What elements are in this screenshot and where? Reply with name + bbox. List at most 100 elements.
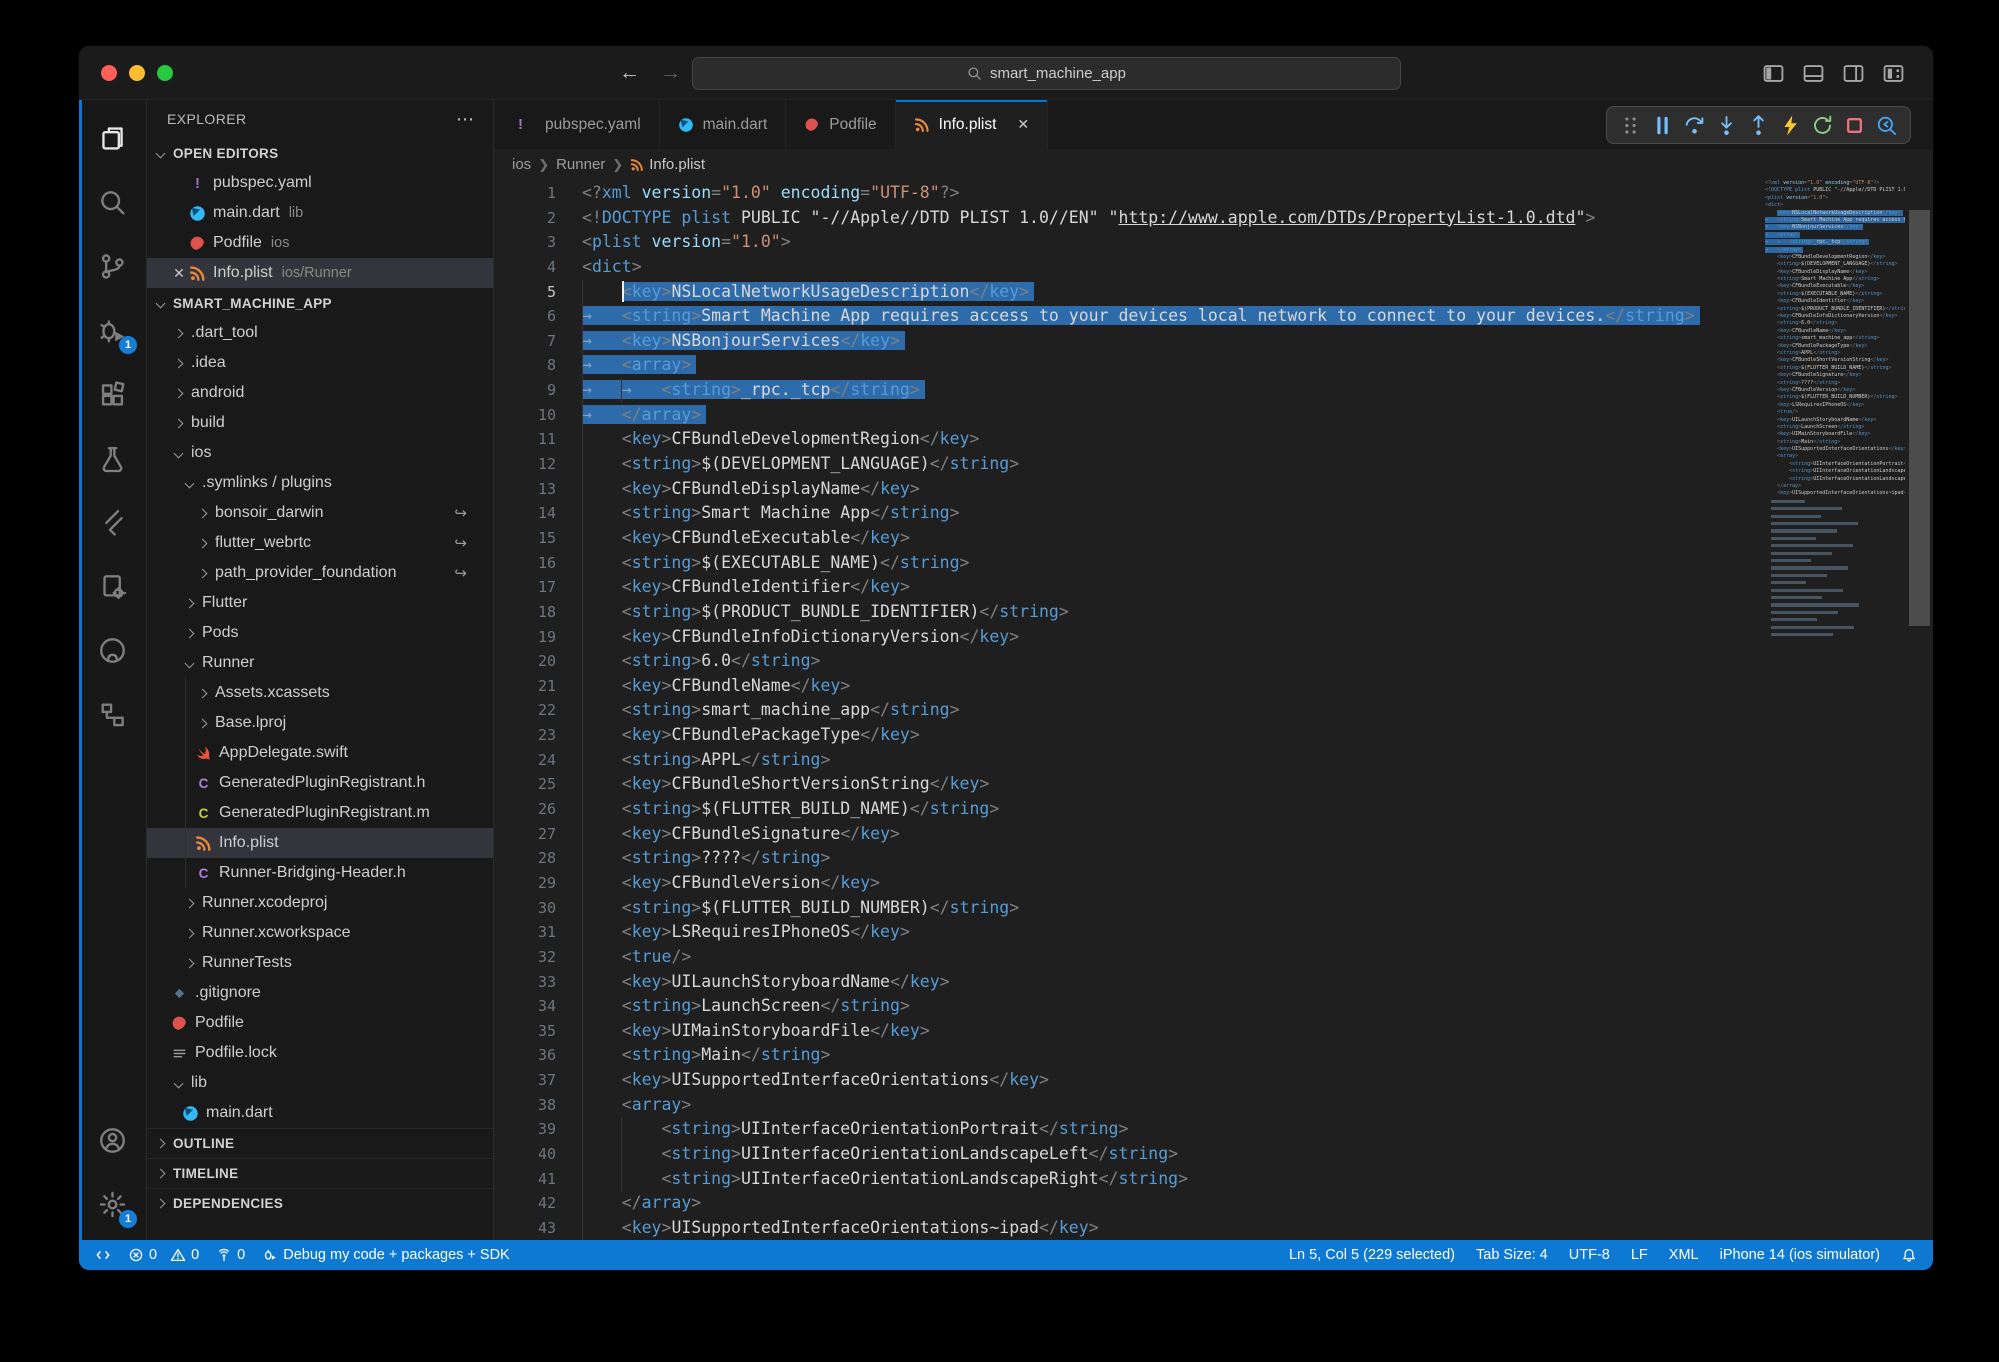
code-lines[interactable]: 1<?xml version="1.0" encoding="UTF-8"?>2… [494,181,1765,1240]
command-center-search[interactable]: smart_machine_app [692,57,1401,90]
notifications-bell-icon[interactable] [1901,1247,1917,1263]
line-number[interactable]: 11 [494,427,556,452]
line-number[interactable]: 31 [494,920,556,945]
line-number[interactable]: 40 [494,1142,556,1167]
code-line-34[interactable]: 34 <string>LaunchScreen</string> [494,994,1765,1019]
line-number[interactable]: 32 [494,945,556,970]
line-number[interactable]: 16 [494,551,556,576]
tree-item-.symlinksplugins[interactable]: .symlinks / plugins [147,468,493,498]
activity-accounts[interactable] [79,1108,146,1172]
code-line-22[interactable]: 22 <string>smart_machine_app</string> [494,698,1765,723]
toggle-sidebar-icon[interactable] [1762,62,1785,85]
line-number[interactable]: 15 [494,526,556,551]
open-editor-Podfile[interactable]: Podfileios [147,228,493,258]
code-line-18[interactable]: 18 <string>$(PRODUCT_BUNDLE_IDENTIFIER)<… [494,600,1765,625]
tree-item-Base.lproj[interactable]: Base.lproj [147,708,493,738]
tab-pubspec.yaml[interactable]: !pubspec.yaml [494,100,660,149]
tree-item-Runner.xcodeproj[interactable]: Runner.xcodeproj [147,888,493,918]
code-editor[interactable]: 1<?xml version="1.0" encoding="UTF-8"?>2… [494,180,1933,1240]
tree-item-Podfile[interactable]: Podfile [147,1008,493,1038]
code-line-2[interactable]: 2<!DOCTYPE plist PUBLIC "-//Apple//DTD P… [494,206,1765,231]
code-line-40[interactable]: 40 <string>UIInterfaceOrientationLandsca… [494,1142,1765,1167]
code-line-38[interactable]: 38 <array> [494,1093,1765,1118]
line-number[interactable]: 23 [494,723,556,748]
code-line-9[interactable]: 9→ → <string>_rpc._tcp</string> [494,378,1765,403]
tree-item-RunnerTests[interactable]: RunnerTests [147,948,493,978]
hot-reload-button[interactable] [1779,114,1802,137]
line-number[interactable]: 3 [494,230,556,255]
tree-item-Podfile.lock[interactable]: Podfile.lock [147,1038,493,1068]
line-number[interactable]: 22 [494,698,556,723]
code-line-29[interactable]: 29 <key>CFBundleVersion</key> [494,871,1765,896]
code-line-1[interactable]: 1<?xml version="1.0" encoding="UTF-8"?> [494,181,1765,206]
tree-item-.idea[interactable]: .idea [147,348,493,378]
line-number[interactable]: 7 [494,329,556,354]
remote-indicator-icon[interactable] [95,1247,111,1263]
code-line-7[interactable]: 7→ <key>NSBonjourServices</key> [494,329,1765,354]
code-line-17[interactable]: 17 <key>CFBundleIdentifier</key> [494,575,1765,600]
code-line-12[interactable]: 12 <string>$(DEVELOPMENT_LANGUAGE)</stri… [494,452,1765,477]
code-line-25[interactable]: 25 <key>CFBundleShortVersionString</key> [494,772,1765,797]
ports-status[interactable]: 0 [216,1247,245,1263]
breadcrumb-Info.plist[interactable]: Info.plist [630,156,705,173]
line-number[interactable]: 33 [494,970,556,995]
breadcrumb-Runner[interactable]: Runner [556,156,605,173]
navigate-forward-icon[interactable]: → [660,61,681,85]
code-line-41[interactable]: 41 <string>UIInterfaceOrientationLandsca… [494,1167,1765,1192]
line-number[interactable]: 35 [494,1019,556,1044]
tree-item-ios[interactable]: ios [147,438,493,468]
tree-item-Info.plist[interactable]: Info.plist [147,828,493,858]
tree-item-Runner-Bridging-Header.h[interactable]: CRunner-Bridging-Header.h [147,858,493,888]
toggle-secondary-sidebar-icon[interactable] [1842,62,1865,85]
customize-layout-icon[interactable] [1882,62,1905,85]
navigate-back-icon[interactable]: ← [619,61,640,85]
code-line-37[interactable]: 37 <key>UISupportedInterfaceOrientations… [494,1068,1765,1093]
activity-github[interactable] [79,618,146,682]
tree-item-Runner.xcworkspace[interactable]: Runner.xcworkspace [147,918,493,948]
status-tab[interactable]: Tab Size: 4 [1476,1247,1548,1263]
line-number[interactable]: 37 [494,1068,556,1093]
tree-item-build[interactable]: build [147,408,493,438]
line-number[interactable]: 39 [494,1117,556,1142]
tree-item-Runner[interactable]: Runner [147,648,493,678]
code-line-30[interactable]: 30 <string>$(FLUTTER_BUILD_NUMBER)</stri… [494,896,1765,921]
status-utf8[interactable]: UTF-8 [1569,1247,1610,1263]
line-number[interactable]: 9 [494,378,556,403]
code-line-33[interactable]: 33 <key>UILaunchStoryboardName</key> [494,970,1765,995]
activity-settings[interactable]: 1 [79,1172,146,1236]
line-number[interactable]: 27 [494,822,556,847]
status-ln[interactable]: Ln 5, Col 5 (229 selected) [1289,1247,1455,1263]
code-line-15[interactable]: 15 <key>CFBundleExecutable</key> [494,526,1765,551]
activity-extensions[interactable] [79,362,146,426]
code-line-20[interactable]: 20 <string>6.0</string> [494,649,1765,674]
activity-testing[interactable] [79,426,146,490]
code-line-32[interactable]: 32 <true/> [494,945,1765,970]
problems-status[interactable]: 0 0 [128,1247,199,1263]
line-number[interactable]: 4 [494,255,556,280]
code-line-13[interactable]: 13 <key>CFBundleDisplayName</key> [494,477,1765,502]
step-over-button[interactable] [1683,114,1706,137]
line-number[interactable]: 2 [494,206,556,231]
open-editor-Info.plist[interactable]: ✕Info.plistios/Runner [147,258,493,288]
tree-item-android[interactable]: android [147,378,493,408]
code-line-16[interactable]: 16 <string>$(EXECUTABLE_NAME)</string> [494,551,1765,576]
section-dependencies[interactable]: DEPENDENCIES [147,1188,493,1218]
status-iphone[interactable]: iPhone 14 (ios simulator) [1720,1247,1880,1263]
line-number[interactable]: 42 [494,1191,556,1216]
activity-project-manager[interactable] [79,554,146,618]
tree-item-flutter_webrtc[interactable]: flutter_webrtc↪ [147,528,493,558]
code-line-10[interactable]: 10→ </array> [494,403,1765,428]
activity-flutter[interactable] [79,490,146,554]
scrollbar-thumb[interactable] [1909,210,1930,626]
tree-item-AppDelegate.swift[interactable]: AppDelegate.swift [147,738,493,768]
tree-item-path_provider_foundation[interactable]: path_provider_foundation↪ [147,558,493,588]
code-line-24[interactable]: 24 <string>APPL</string> [494,748,1765,773]
line-number[interactable]: 28 [494,846,556,871]
tab-main.dart[interactable]: main.dart [660,100,787,149]
tab-Podfile[interactable]: Podfile [786,100,895,149]
tab-Info.plist[interactable]: Info.plist✕ [896,100,1048,149]
code-line-36[interactable]: 36 <string>Main</string> [494,1043,1765,1068]
tree-item-GeneratedPluginRegistrant.m[interactable]: CGeneratedPluginRegistrant.m [147,798,493,828]
editor-scrollbar[interactable] [1906,180,1933,1240]
step-out-button[interactable] [1747,114,1770,137]
